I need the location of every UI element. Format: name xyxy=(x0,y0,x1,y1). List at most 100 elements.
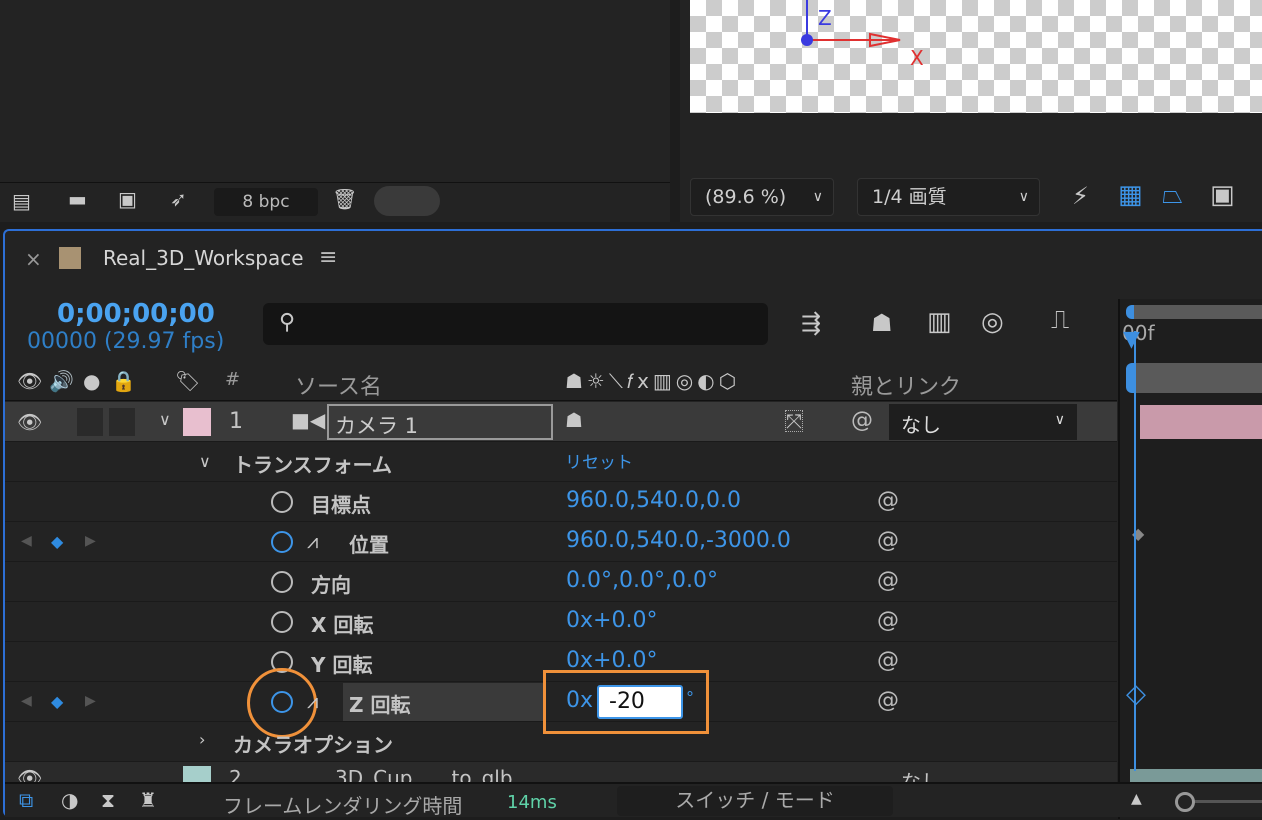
graph-icon[interactable]: ⩘ xyxy=(307,531,318,551)
next-keyframe-icon[interactable]: ▶ xyxy=(85,533,96,549)
comp-tab-title[interactable]: Real_3D_Workspace xyxy=(103,246,304,270)
time-navigator[interactable] xyxy=(1126,363,1262,393)
stopwatch-icon[interactable] xyxy=(271,611,293,633)
layer-row-cup[interactable]: 👁 2 3D_Cup_..._to_glb なし xyxy=(5,762,1117,784)
current-time-display[interactable]: 0;00;00;00 xyxy=(57,299,215,329)
pick-whip-icon[interactable]: @ xyxy=(877,648,899,673)
eye-icon[interactable]: 👁 xyxy=(17,412,42,432)
pick-whip-icon[interactable]: @ xyxy=(877,608,899,633)
property-name: 位置 xyxy=(349,533,389,557)
graph-icon[interactable]: ⩘ xyxy=(307,691,318,711)
property-value[interactable]: 960.0,540.0,0.0 xyxy=(566,488,741,513)
chevron-right-icon[interactable]: › xyxy=(199,732,205,748)
fast-previews-icon[interactable]: ⚡ xyxy=(1072,184,1089,208)
pick-whip-icon[interactable]: @ xyxy=(851,408,873,433)
mask-visibility-icon[interactable]: ⏢ xyxy=(1162,182,1183,208)
pick-whip-icon[interactable]: @ xyxy=(877,688,899,713)
playhead-icon[interactable]: ▼ xyxy=(1123,327,1140,352)
chevron-down-icon: ∨ xyxy=(1054,412,1065,428)
panel-menu-icon[interactable]: ≡ xyxy=(319,245,337,270)
solo-icon[interactable]: ● xyxy=(83,371,100,391)
property-name: Z 回転 xyxy=(349,693,411,717)
zoom-out-mountain-icon[interactable]: ▲ xyxy=(1131,792,1142,806)
camera-options-row[interactable]: › カメラオプション xyxy=(5,722,1117,762)
pick-whip-icon[interactable]: @ xyxy=(877,488,899,513)
layer-switches-toggle-icon[interactable]: ⧉ xyxy=(19,790,33,810)
pick-whip-icon[interactable]: @ xyxy=(877,568,899,593)
region-of-interest-icon[interactable]: ▣ xyxy=(1210,182,1235,208)
render-queue-icon[interactable]: ➶ xyxy=(170,189,187,209)
timeline-graph-area[interactable]: 00f ◆ ◇ xyxy=(1118,299,1262,819)
property-name: Y 回転 xyxy=(311,653,373,677)
label-tag-icon[interactable]: 🏷 xyxy=(175,371,200,391)
render-time-toggle-icon[interactable]: ♜ xyxy=(139,790,157,810)
keyframe-selected-marker[interactable]: ◇ xyxy=(1126,679,1146,709)
motion-blur-icon[interactable]: ◎ xyxy=(981,309,1004,335)
shy-layers-icon[interactable]: ☗ xyxy=(871,311,893,335)
toggle-pill[interactable] xyxy=(374,186,440,216)
pick-whip-icon[interactable]: @ xyxy=(877,528,899,553)
current-time-indicator[interactable] xyxy=(1134,331,1136,771)
previous-keyframe-icon[interactable]: ◀ xyxy=(21,693,32,709)
in-out-toggle-icon[interactable]: ⧗ xyxy=(101,790,115,810)
previous-keyframe-icon[interactable]: ◀ xyxy=(21,533,32,549)
transparency-grid[interactable]: Z X xyxy=(690,0,1262,113)
property-row: 目標点 960.0,540.0,0.0 @ xyxy=(5,482,1117,522)
camera-layer-bar[interactable] xyxy=(1140,405,1262,439)
axis-gizmo-icon[interactable] xyxy=(790,0,930,80)
parent-dropdown[interactable]: なし ∨ xyxy=(889,404,1077,440)
zoom-slider-handle[interactable] xyxy=(1175,792,1195,812)
magnification-dropdown[interactable]: (89.6 %) ∨ xyxy=(690,178,834,216)
resolution-value: 1/4 画質 xyxy=(872,186,947,208)
new-composition-icon[interactable]: ▣ xyxy=(118,189,137,209)
interpret-footage-icon[interactable]: ▤ xyxy=(12,191,31,211)
transfer-controls-icon[interactable]: ◑ xyxy=(61,790,78,810)
trash-icon[interactable]: 🗑 xyxy=(332,189,357,209)
switch-mode-toggle[interactable]: スイッチ / モード xyxy=(617,786,893,816)
lock-icon[interactable]: 🔒 xyxy=(111,371,136,391)
layer-row-camera[interactable]: 👁 ∨ 1 ■◀ カメラ 1 ☗ ⤧ @ なし ∨ xyxy=(5,402,1117,442)
chevron-down-icon: ∨ xyxy=(812,189,823,205)
transform-reset-link[interactable]: リセット xyxy=(565,448,633,473)
stopwatch-icon[interactable] xyxy=(271,571,293,593)
property-value[interactable]: 0x+0.0° xyxy=(566,608,657,633)
transform-label: トランスフォーム xyxy=(233,453,392,477)
new-folder-icon[interactable]: ▬ xyxy=(68,189,87,209)
resolution-dropdown[interactable]: 1/4 画質 ∨ xyxy=(857,178,1040,216)
transform-group-row[interactable]: ∨ トランスフォーム リセット xyxy=(5,442,1117,482)
layer-name-field[interactable]: カメラ 1 xyxy=(327,404,553,440)
video-visibility-icon[interactable]: 👁 xyxy=(17,371,42,391)
property-value[interactable]: 0.0°,0.0°,0.0° xyxy=(566,568,718,593)
layer-number-header: # xyxy=(225,369,241,390)
z-rotation-input[interactable]: -20 xyxy=(597,685,683,719)
lock-toggle[interactable] xyxy=(109,408,135,436)
layer-label-color[interactable] xyxy=(183,408,211,436)
z-axis-label: Z xyxy=(818,6,832,30)
revolutions-value[interactable]: 0x xyxy=(566,688,593,713)
frame-blending-icon[interactable]: ▥ xyxy=(927,309,952,335)
work-area-bar[interactable] xyxy=(1126,305,1262,319)
composition-flowchart-icon[interactable]: ⇶ xyxy=(801,311,821,335)
source-name-header[interactable]: ソース名 xyxy=(295,369,382,401)
zoom-slider-track[interactable] xyxy=(1195,800,1262,803)
3d-layer-icon[interactable]: ⤧ xyxy=(785,410,803,432)
graph-editor-icon[interactable]: ⎍ xyxy=(1051,307,1069,333)
bit-depth-button[interactable]: 8 bpc xyxy=(214,188,318,216)
audio-icon[interactable]: 🔊 xyxy=(49,371,74,391)
stopwatch-active-icon[interactable] xyxy=(271,531,293,553)
solo-toggle[interactable] xyxy=(77,408,103,436)
layer-number: 1 xyxy=(229,409,243,434)
chevron-down-icon[interactable]: ∨ xyxy=(159,412,171,428)
chevron-down-icon[interactable]: ∨ xyxy=(199,454,211,470)
timeline-tab[interactable]: × Real_3D_Workspace ≡ xyxy=(5,231,1262,287)
property-value[interactable]: 960.0,540.0,-3000.0 xyxy=(566,528,791,553)
transparency-grid-toggle-icon[interactable]: ▦ xyxy=(1118,182,1143,208)
shy-switch-icon[interactable]: ☗ xyxy=(565,410,583,430)
close-tab-button[interactable]: × xyxy=(25,247,42,271)
keyframe-icon[interactable]: ◆ xyxy=(51,532,63,551)
keyframe-icon[interactable]: ◆ xyxy=(51,692,63,711)
stopwatch-icon[interactable] xyxy=(271,491,293,513)
next-keyframe-icon[interactable]: ▶ xyxy=(85,693,96,709)
layer-search-input[interactable]: ⚲ xyxy=(263,303,768,345)
comp-color-swatch xyxy=(59,247,81,269)
